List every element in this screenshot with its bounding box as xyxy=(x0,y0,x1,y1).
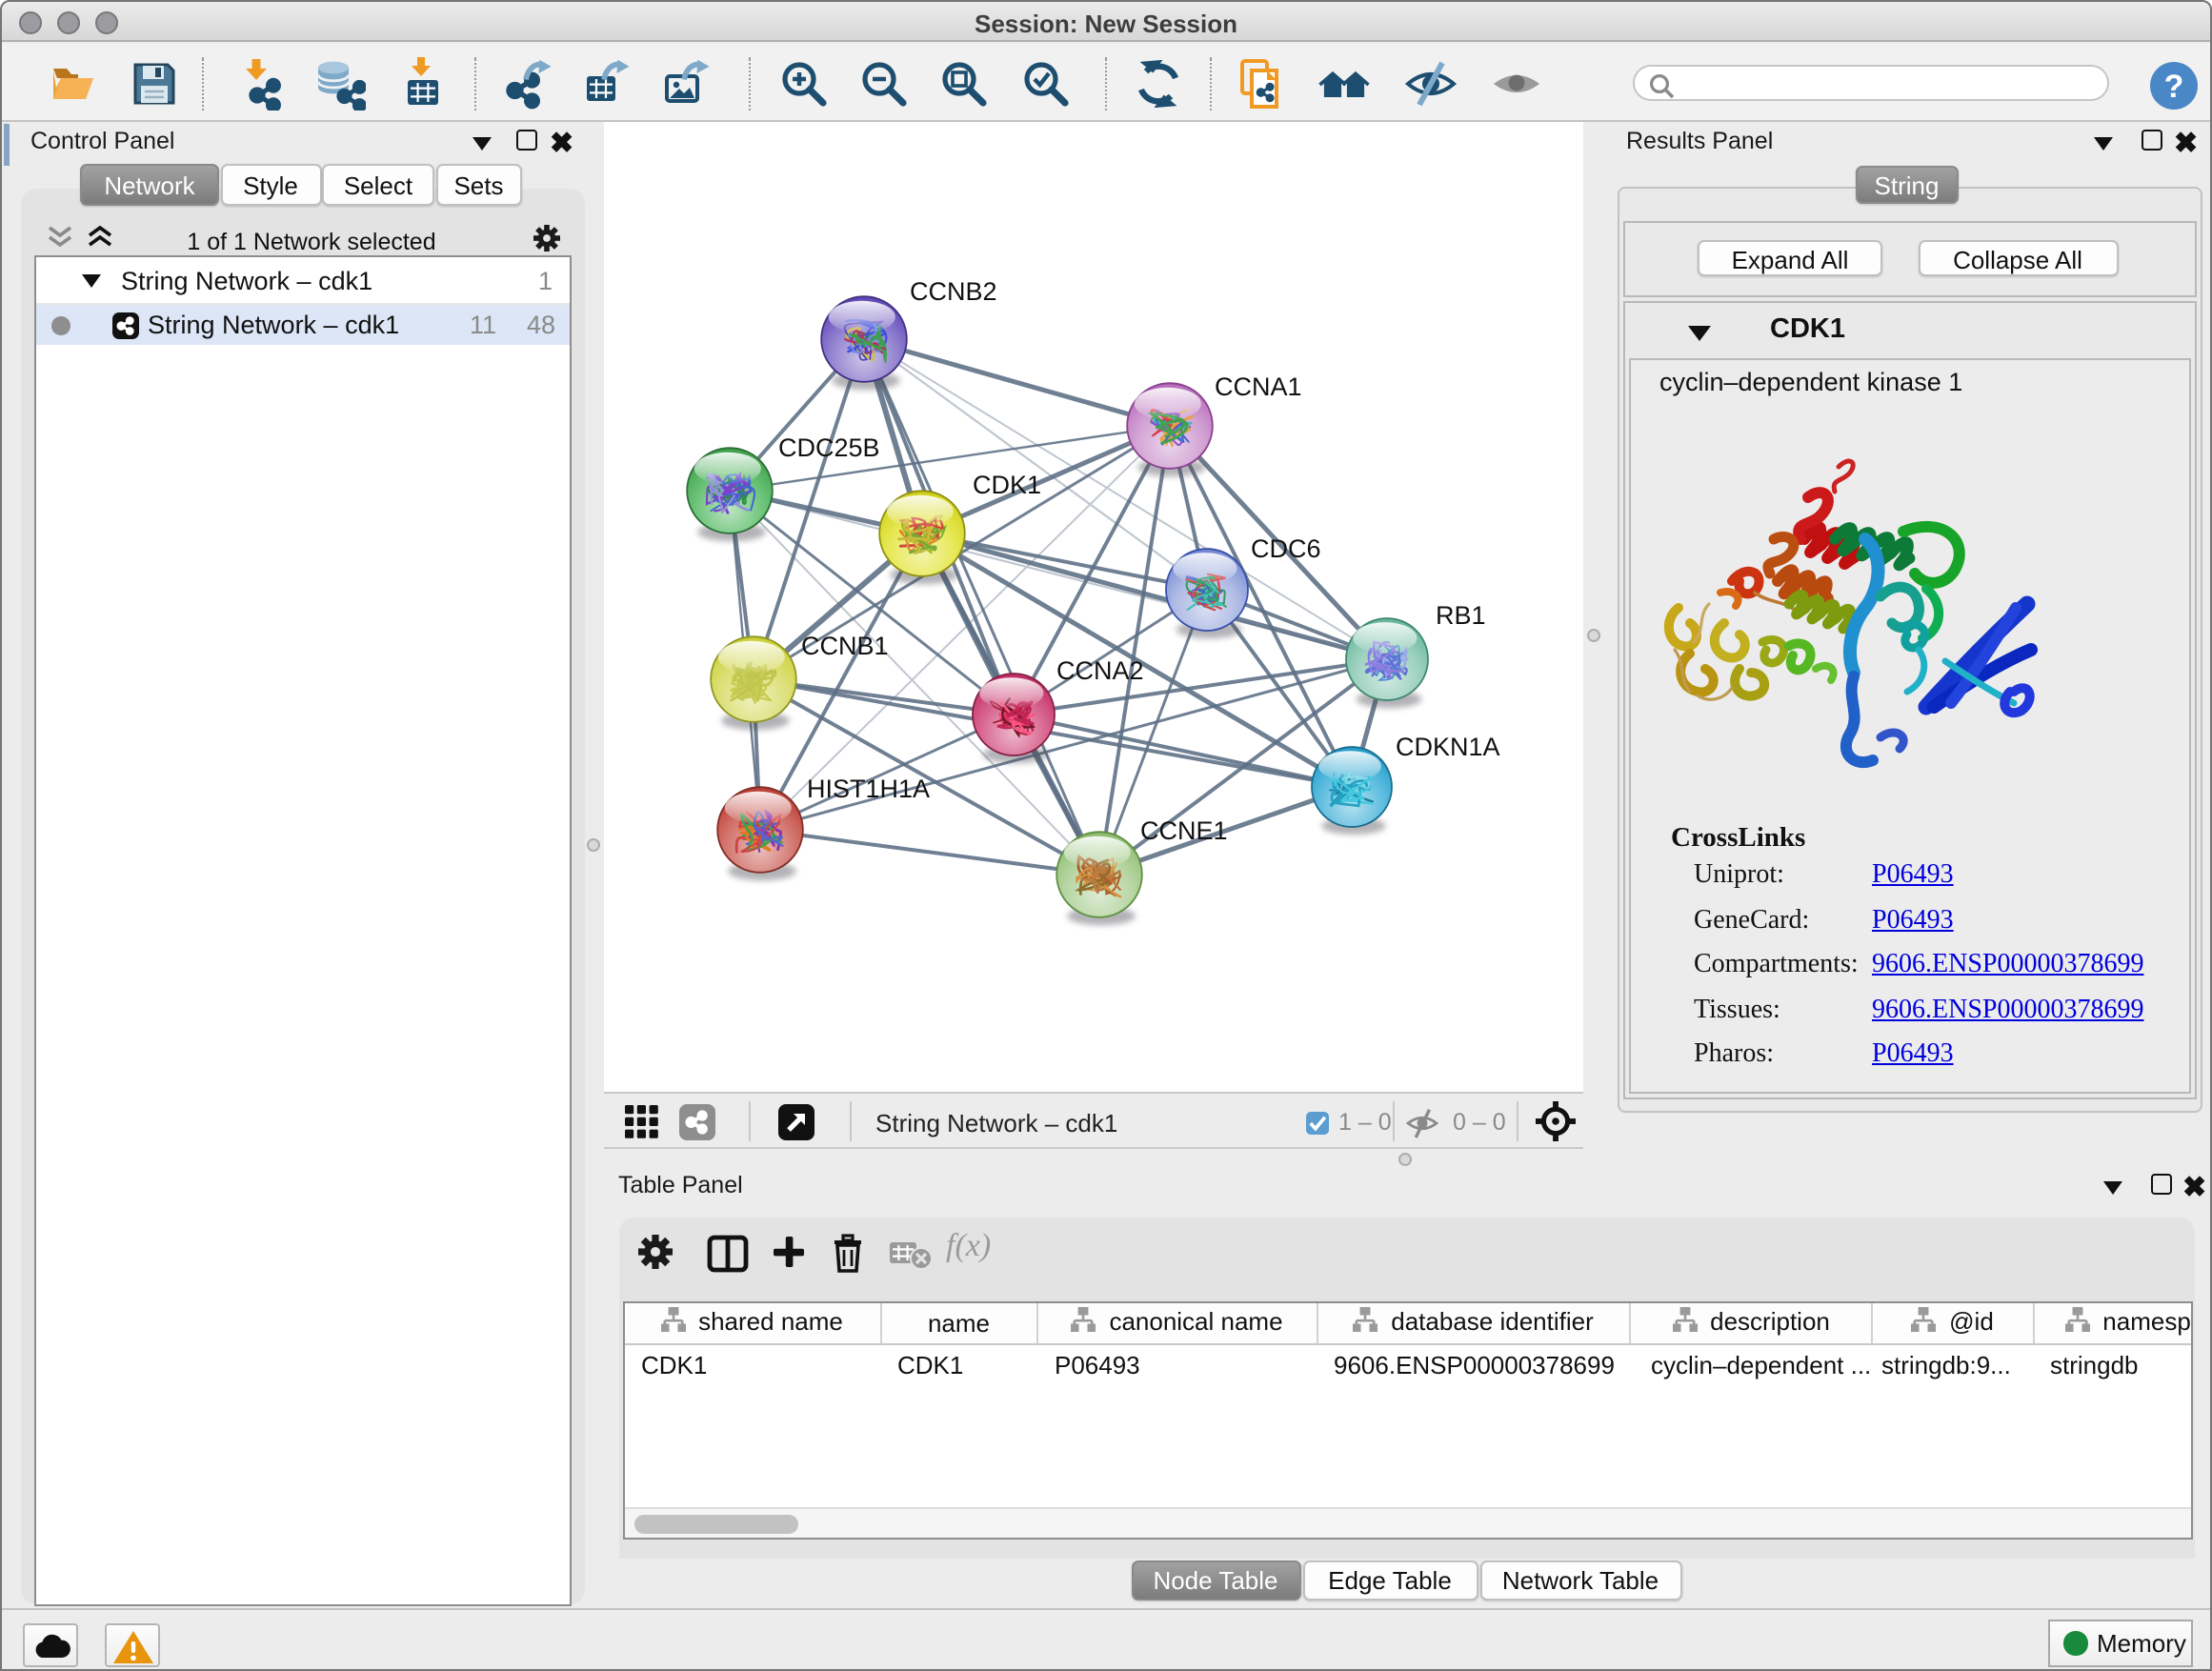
svg-text:?: ? xyxy=(2164,68,2184,104)
svg-text:CCNA1: CCNA1 xyxy=(1214,372,1301,401)
svg-text:CDKN1A: CDKN1A xyxy=(1395,733,1499,761)
svg-text:CCNB2: CCNB2 xyxy=(909,277,996,306)
svg-text:CDC25B: CDC25B xyxy=(777,433,879,462)
svg-text:HIST1H1A: HIST1H1A xyxy=(806,775,929,803)
svg-text:CDK1: CDK1 xyxy=(972,471,1040,499)
svg-text:CCNE1: CCNE1 xyxy=(1139,816,1227,845)
svg-text:RB1: RB1 xyxy=(1435,601,1485,630)
svg-text:CCNB1: CCNB1 xyxy=(800,632,888,660)
svg-text:CCNA2: CCNA2 xyxy=(1056,656,1143,685)
svg-text:CDC6: CDC6 xyxy=(1250,534,1320,563)
